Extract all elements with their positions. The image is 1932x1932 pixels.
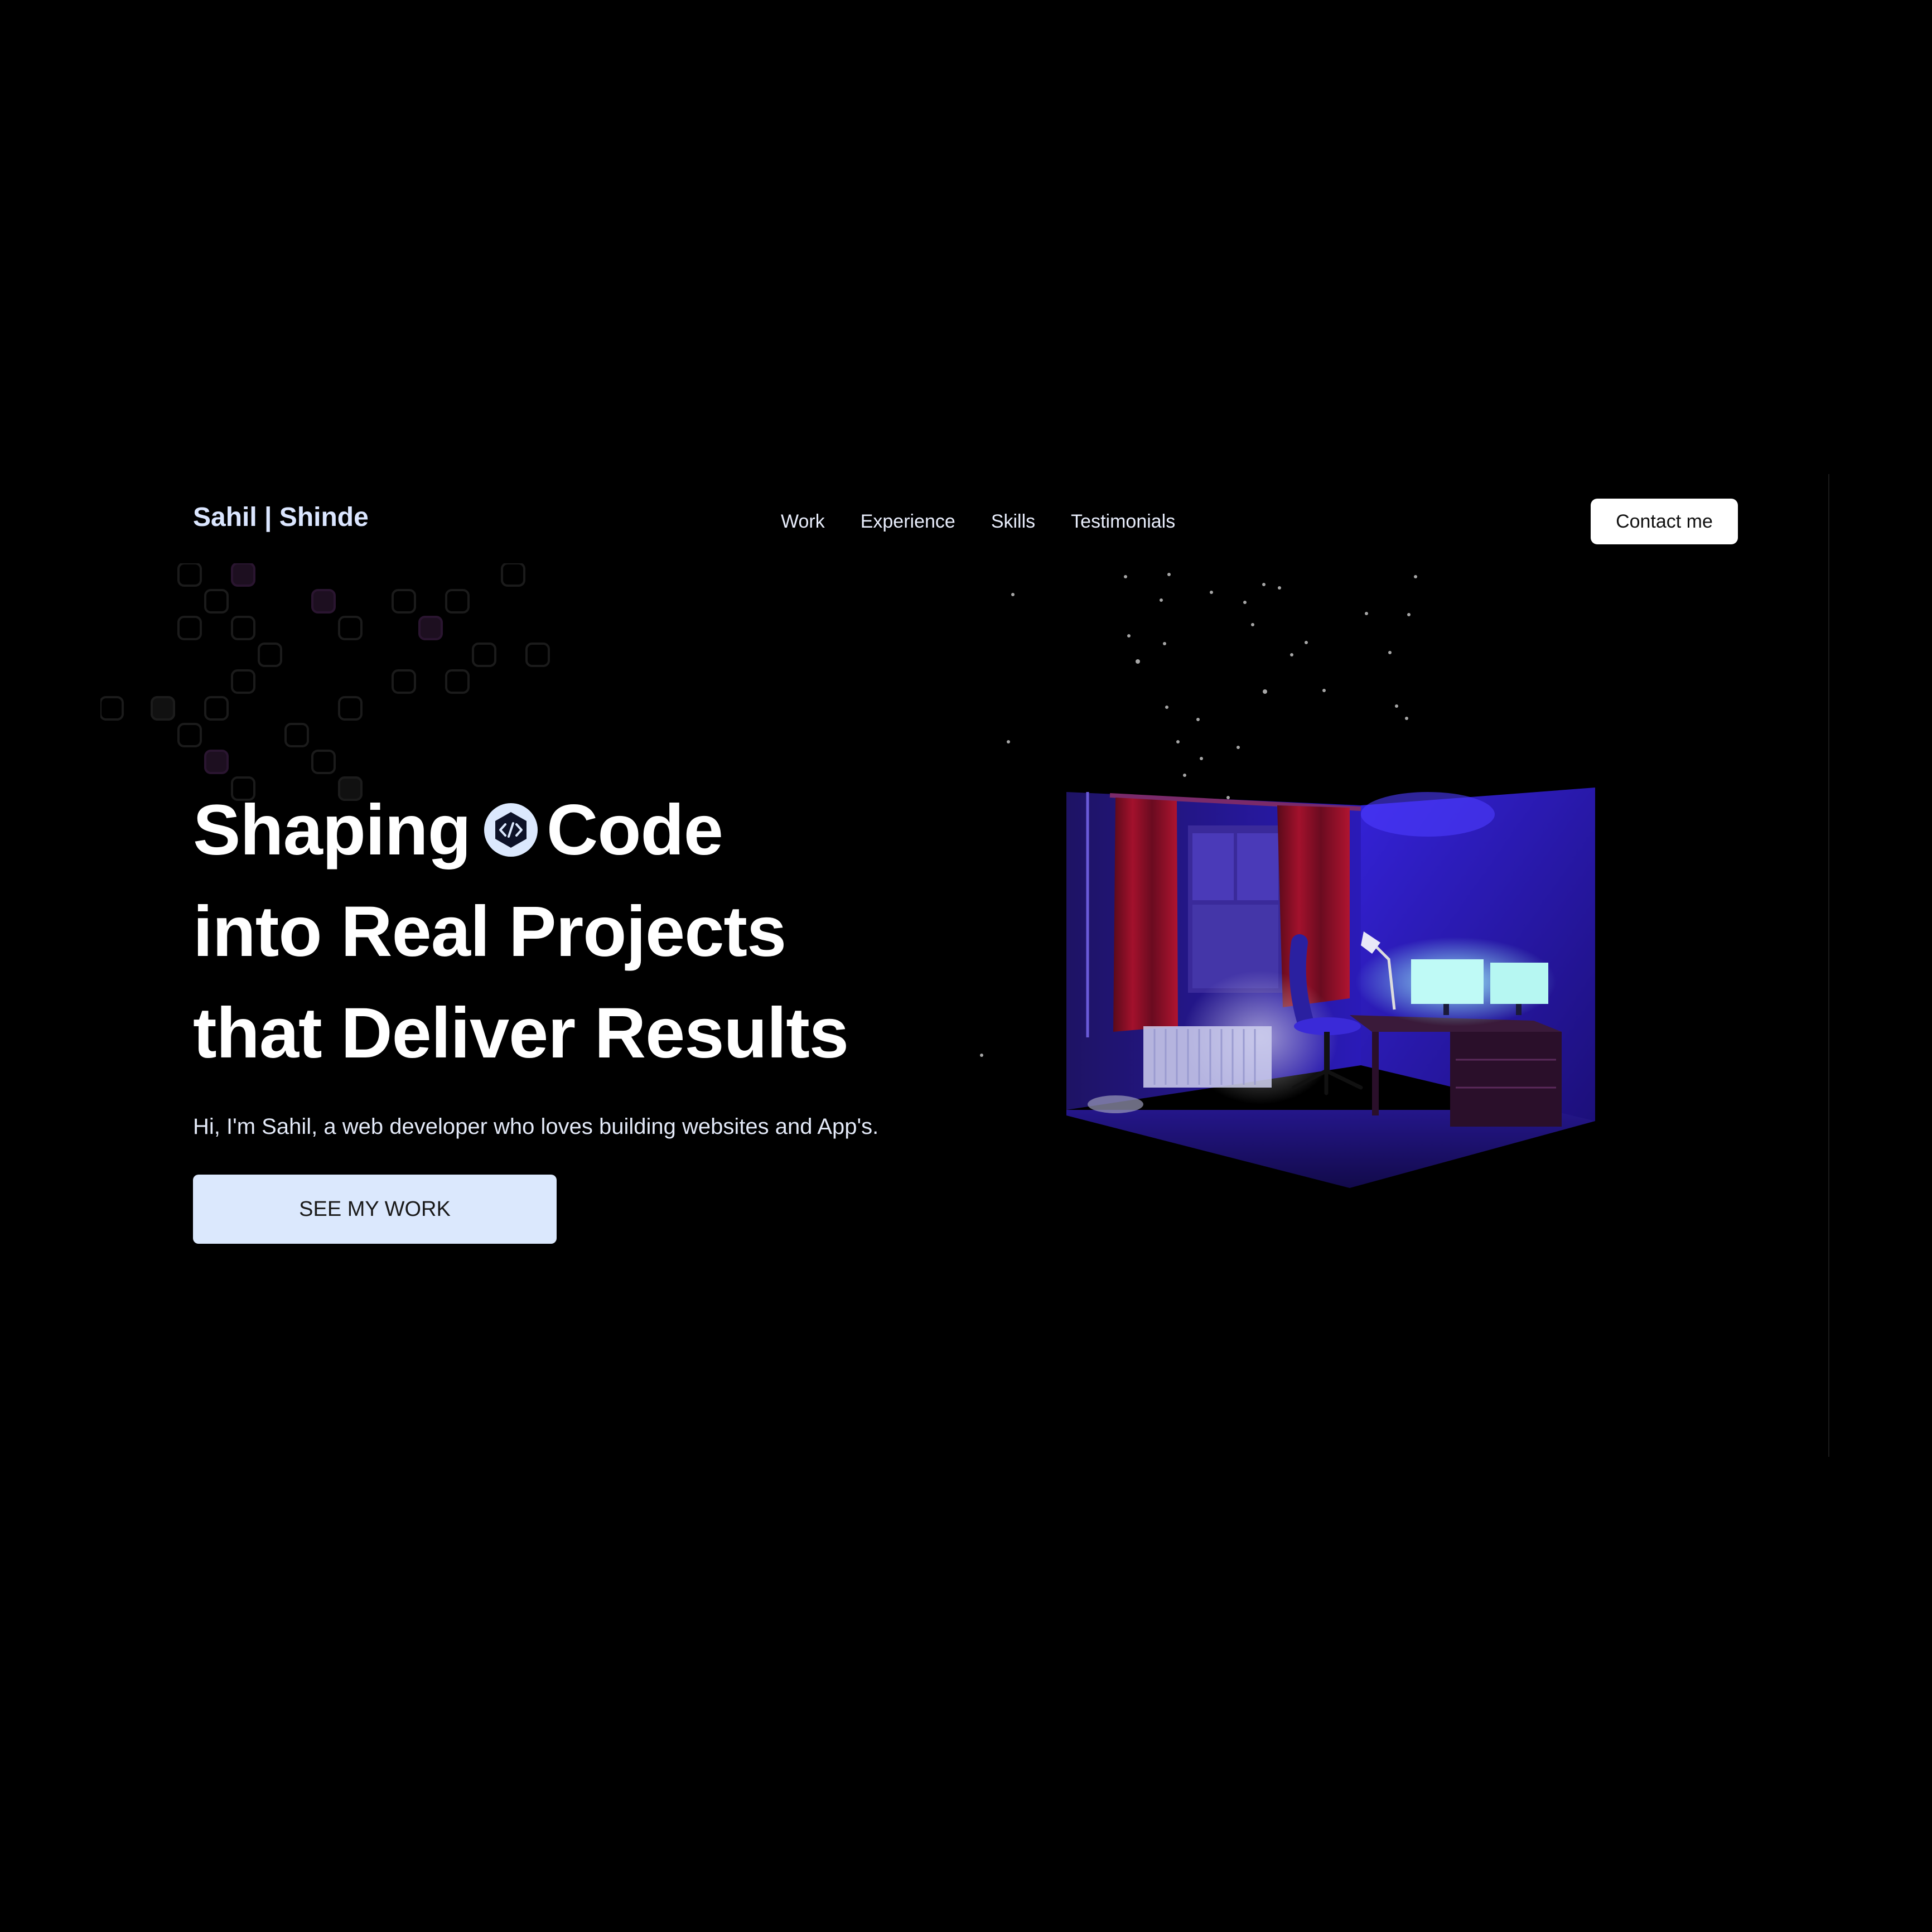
room-illustration [1066, 788, 1595, 1188]
nav-link-experience[interactable]: Experience [861, 511, 955, 533]
nav-link-work[interactable]: Work [781, 511, 825, 533]
divider [1828, 474, 1829, 1457]
headline-line-1: Shaping Code [193, 780, 848, 881]
nav-link-testimonials[interactable]: Testimonials [1071, 511, 1175, 533]
main-nav: Work Experience Skills Testimonials [781, 511, 1175, 533]
pixel-grid-decoration [100, 563, 550, 801]
headline-word-code: Code [546, 790, 723, 870]
headline-line-3: that Deliver Results [193, 993, 849, 1073]
headline-word-shaping: Shaping [193, 790, 471, 870]
site-logo[interactable]: Sahil | Shinde [193, 502, 369, 533]
code-icon [483, 783, 539, 857]
hero-headline: Shaping Code into Real Projects that Del… [193, 780, 849, 1084]
headline-line-2: into Real Projects [193, 892, 786, 972]
see-my-work-button[interactable]: SEE MY WORK [193, 1175, 557, 1244]
contact-button[interactable]: Contact me [1591, 499, 1738, 544]
nav-link-skills[interactable]: Skills [991, 511, 1035, 533]
page: Sahil | Shinde Work Experience Skills Te… [0, 0, 1932, 1932]
hero-subtitle: Hi, I'm Sahil, a web developer who loves… [193, 1114, 879, 1139]
